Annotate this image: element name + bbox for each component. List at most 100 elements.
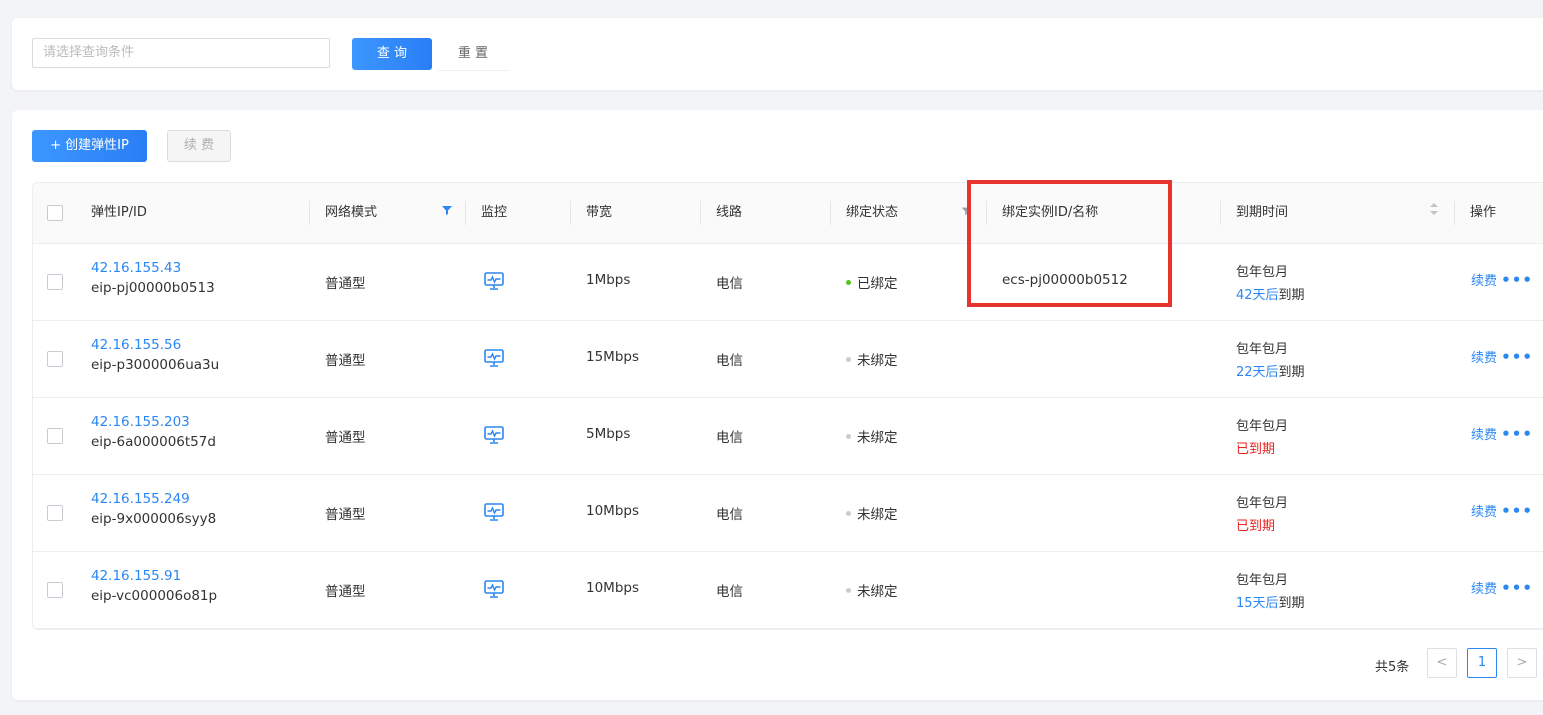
table-header: 弹性IP/ID 网络模式 监控 带宽 线路 绑定状态 绑定实例ID/名称 到期时… — [33, 183, 1543, 244]
expiry-status: 22天后到期 — [1236, 361, 1305, 380]
expiry-suffix: 到期 — [1278, 596, 1305, 611]
monitor-icon[interactable] — [483, 578, 505, 604]
header-divider — [700, 201, 701, 225]
eip-address-link[interactable]: 42.16.155.249 — [91, 491, 216, 507]
network-mode: 普通型 — [325, 430, 366, 446]
eip-address-link[interactable]: 42.16.155.43 — [91, 260, 215, 276]
row-checkbox[interactable] — [47, 582, 63, 598]
bind-status-label: 已绑定 — [857, 276, 898, 292]
bind-status: 未绑定 — [846, 349, 898, 369]
expired-label: 已到期 — [1236, 442, 1276, 457]
network-mode: 普通型 — [325, 507, 366, 523]
monitor-icon[interactable] — [483, 347, 505, 373]
renew-link[interactable]: 续费 — [1471, 582, 1497, 597]
more-actions-icon[interactable]: ••• — [1501, 579, 1533, 597]
bind-status: 未绑定 — [846, 580, 898, 600]
header-monitor: 监控 — [481, 205, 508, 220]
table-row: 42.16.155.43 eip-pj00000b0513 普通型 1Mbps 电信 已绑… — [33, 243, 1543, 321]
more-actions-icon[interactable]: ••• — [1501, 348, 1533, 366]
row-checkbox[interactable] — [47, 428, 63, 444]
line-carrier: 电信 — [716, 276, 743, 292]
header-bind-status: 绑定状态 — [846, 205, 899, 220]
eip-address-link[interactable]: 42.16.155.203 — [91, 414, 216, 430]
billing-type: 包年包月 — [1236, 496, 1289, 511]
pagination-prev-button[interactable]: < — [1427, 648, 1457, 678]
search-panel: 请选择查询条件 查 询 重 置 — [12, 18, 1543, 90]
monitor-icon[interactable] — [483, 270, 505, 296]
expiry-suffix: 到期 — [1278, 365, 1305, 380]
reset-button[interactable]: 重 置 — [437, 38, 509, 71]
expiry-suffix: 到期 — [1278, 288, 1305, 303]
header-ip: 弹性IP/ID — [91, 205, 147, 220]
status-dot-icon — [846, 279, 851, 285]
billing-type: 包年包月 — [1236, 342, 1289, 357]
header-bandwidth: 带宽 — [586, 205, 613, 220]
eip-table: 弹性IP/ID 网络模式 监控 带宽 线路 绑定状态 绑定实例ID/名称 到期时… — [32, 182, 1543, 630]
table-row: 42.16.155.91 eip-vc000006o81p 普通型 10Mbps 电信 未… — [33, 551, 1543, 629]
billing-type: 包年包月 — [1236, 573, 1289, 588]
billing-type: 包年包月 — [1236, 419, 1289, 434]
billing-type: 包年包月 — [1236, 265, 1289, 280]
line-carrier: 电信 — [716, 584, 743, 600]
renew-link[interactable]: 续费 — [1471, 428, 1497, 443]
bandwidth: 10Mbps — [586, 580, 639, 596]
header-expiry: 到期时间 — [1236, 205, 1289, 220]
row-checkbox[interactable] — [47, 274, 63, 290]
table-row: 42.16.155.56 eip-p3000006ua3u 普通型 15Mbps 电信 未… — [33, 320, 1543, 398]
create-eip-button[interactable]: + 创建弹性IP — [32, 130, 147, 162]
eip-address-link[interactable]: 42.16.155.91 — [91, 568, 217, 584]
table-row: 42.16.155.249 eip-9x000006syy8 普通型 10Mbps 电信… — [33, 474, 1543, 552]
eip-id: eip-p3000006ua3u — [91, 357, 220, 373]
header-action: 操作 — [1470, 205, 1497, 220]
more-actions-icon[interactable]: ••• — [1501, 502, 1533, 520]
bind-status: 未绑定 — [846, 503, 898, 523]
expiry-status: 15天后到期 — [1236, 592, 1305, 611]
row-checkbox[interactable] — [47, 351, 63, 367]
header-line: 线路 — [716, 205, 743, 220]
header-divider — [1220, 201, 1221, 225]
line-carrier: 电信 — [716, 353, 743, 369]
batch-renew-button[interactable]: 续 费 — [167, 130, 231, 162]
row-checkbox[interactable] — [47, 505, 63, 521]
status-dot-icon — [846, 433, 851, 439]
days-remaining: 15天后 — [1236, 596, 1279, 611]
header-divider — [830, 201, 831, 225]
filter-icon[interactable] — [441, 183, 453, 243]
renew-link[interactable]: 续费 — [1471, 505, 1497, 520]
pagination-total: 共5条 — [1375, 660, 1410, 675]
bandwidth: 10Mbps — [586, 503, 639, 519]
select-all-checkbox[interactable] — [47, 205, 63, 221]
bandwidth: 5Mbps — [586, 426, 631, 442]
network-mode: 普通型 — [325, 584, 366, 600]
eip-id: eip-pj00000b0513 — [91, 280, 215, 296]
renew-link[interactable]: 续费 — [1471, 351, 1497, 366]
highlight-annotation-box — [967, 180, 1172, 307]
monitor-icon[interactable] — [483, 501, 505, 527]
pagination-page-button[interactable]: 1 — [1467, 648, 1497, 678]
table-row: 42.16.155.203 eip-6a000006t57d 普通型 5Mbps 电信 未… — [33, 397, 1543, 475]
expiry-status: 已到期 — [1236, 515, 1288, 534]
eip-list-panel: + 创建弹性IP 续 费 弹性IP/ID 网络模式 监控 带宽 线路 绑定状态 … — [12, 110, 1543, 700]
monitor-icon[interactable] — [483, 424, 505, 450]
sort-icon[interactable] — [1429, 183, 1439, 243]
bind-status: 已绑定 — [846, 272, 898, 292]
bind-status: 未绑定 — [846, 426, 898, 446]
days-remaining: 22天后 — [1236, 365, 1279, 380]
days-remaining: 42天后 — [1236, 288, 1279, 303]
query-button[interactable]: 查 询 — [352, 38, 432, 70]
search-input[interactable]: 请选择查询条件 — [32, 38, 330, 68]
eip-address-link[interactable]: 42.16.155.56 — [91, 337, 219, 353]
expiry-status: 已到期 — [1236, 438, 1288, 457]
line-carrier: 电信 — [716, 430, 743, 446]
more-actions-icon[interactable]: ••• — [1501, 425, 1533, 443]
pagination-next-button[interactable]: > — [1507, 648, 1537, 678]
header-divider — [1454, 201, 1455, 225]
bind-status-label: 未绑定 — [857, 430, 898, 446]
more-actions-icon[interactable]: ••• — [1501, 271, 1533, 289]
line-carrier: 电信 — [716, 507, 743, 523]
renew-link[interactable]: 续费 — [1471, 274, 1497, 289]
eip-id: eip-9x000006syy8 — [91, 511, 217, 527]
header-divider — [465, 201, 466, 225]
network-mode: 普通型 — [325, 276, 366, 292]
eip-id: eip-vc000006o81p — [91, 588, 218, 604]
